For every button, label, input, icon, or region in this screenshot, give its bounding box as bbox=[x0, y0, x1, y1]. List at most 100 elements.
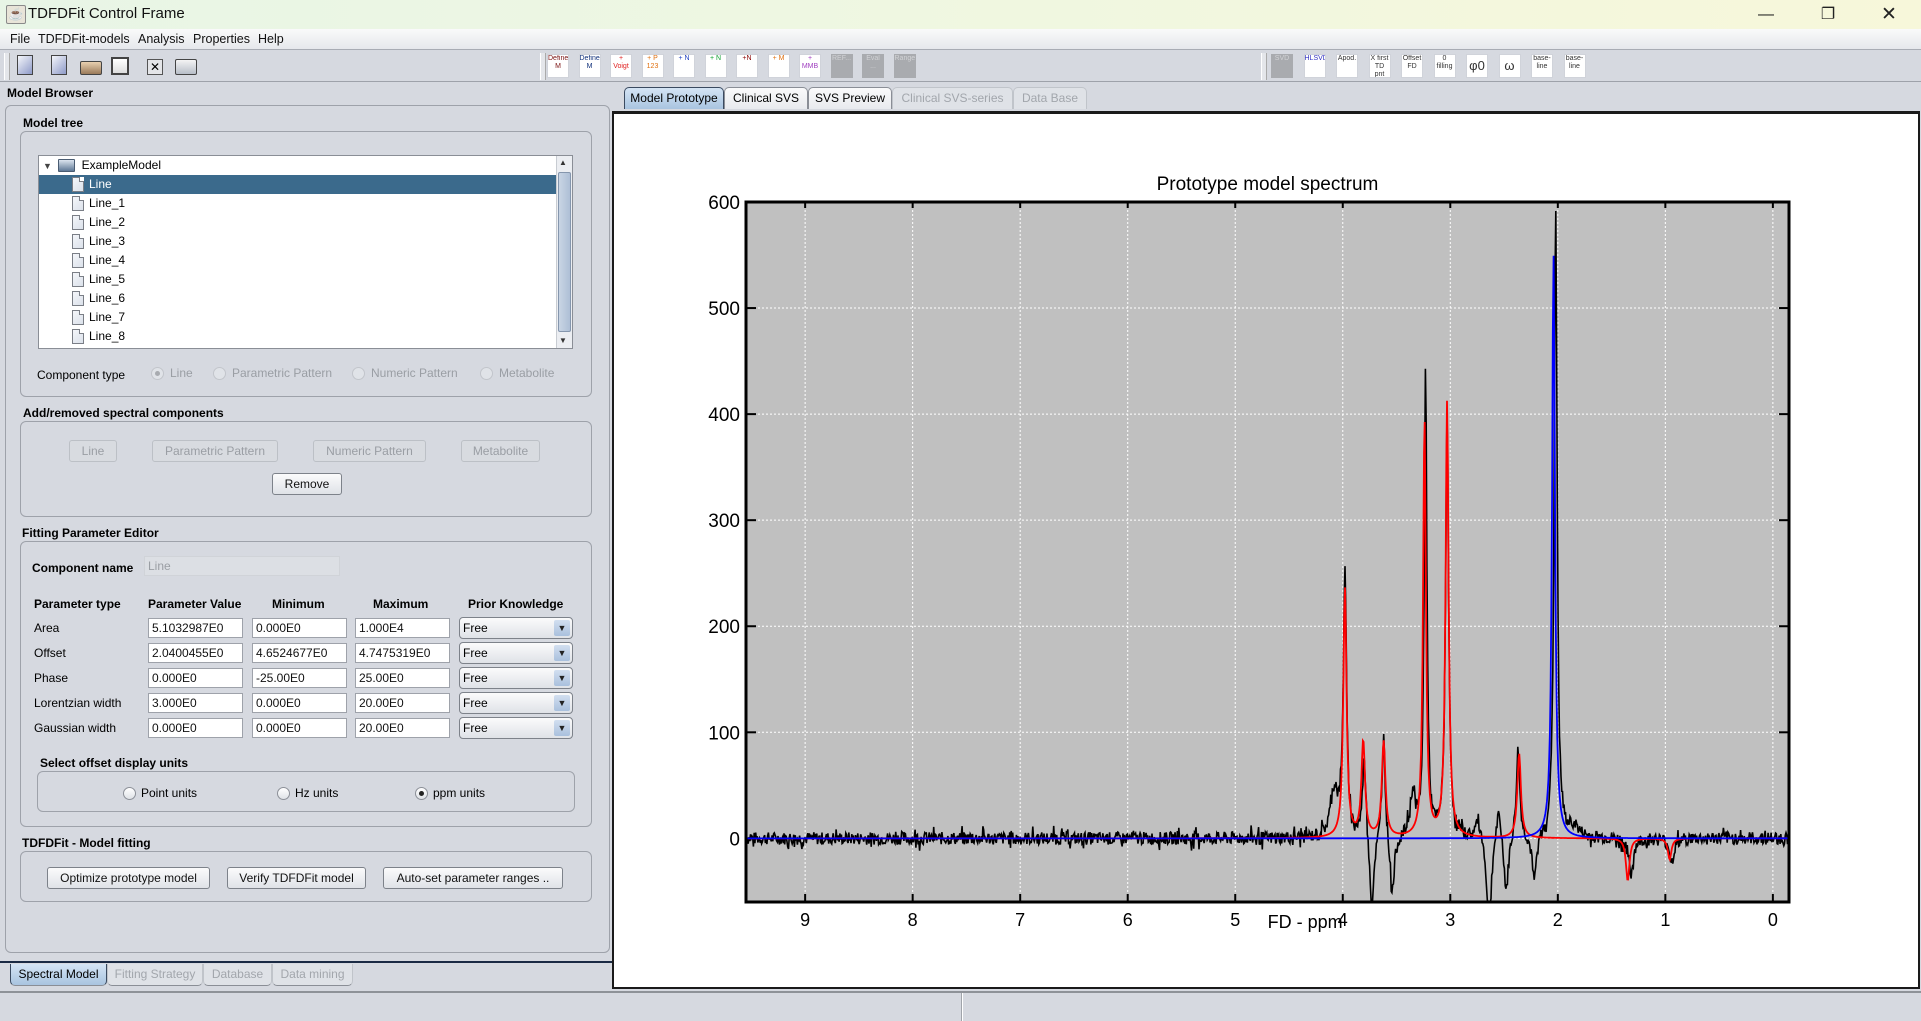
x-first-td-point-icon[interactable]: X first TD pnt bbox=[1368, 54, 1391, 78]
prior-knowledge-select[interactable]: Free ▼ bbox=[459, 617, 573, 639]
define-metabolite-icon[interactable]: Define M bbox=[547, 54, 569, 78]
right-tab[interactable]: Model Prototype bbox=[624, 87, 724, 109]
param-max-field[interactable]: 1.000E4 bbox=[355, 618, 450, 638]
close-button[interactable]: ✕ bbox=[1866, 0, 1912, 29]
dropdown-arrow-icon[interactable]: ▼ bbox=[554, 695, 570, 711]
right-tab[interactable]: SVS Preview bbox=[808, 87, 892, 109]
menu-file[interactable]: File bbox=[10, 32, 30, 46]
model-tree[interactable]: ▼ ExampleModel Line Line_1 Line_2 Line_3 Lin… bbox=[38, 155, 573, 349]
print-icon[interactable] bbox=[175, 59, 197, 75]
right-tab[interactable]: Clinical SVS bbox=[724, 87, 808, 109]
tree-item[interactable]: Line_8 bbox=[39, 327, 557, 346]
spectrum-chart[interactable]: Prototype model spectrum9 8 7 6 5 4 3 2 1 0010020… bbox=[614, 114, 1918, 987]
tree-item[interactable]: Line bbox=[39, 175, 557, 194]
baseline-alt-icon[interactable]: base-line bbox=[1563, 54, 1586, 78]
toolbar-grip[interactable] bbox=[540, 53, 546, 80]
param-value-field[interactable]: 5.1032987E0 bbox=[148, 618, 243, 638]
tree-root[interactable]: ▼ ExampleModel bbox=[43, 156, 161, 175]
add-line-button[interactable]: Line bbox=[69, 440, 117, 462]
offset-unit-option[interactable]: Point units bbox=[123, 786, 197, 801]
add-numeric-green-icon[interactable]: + N bbox=[704, 54, 727, 78]
add-voigt-icon[interactable]: + Voigt bbox=[610, 54, 632, 78]
toolbar-grip[interactable] bbox=[4, 53, 10, 80]
scroll-up-icon[interactable]: ▲ bbox=[559, 158, 567, 167]
component-type-option[interactable]: Parametric Pattern bbox=[213, 366, 332, 381]
tree-item[interactable]: Line_7 bbox=[39, 308, 557, 327]
tree-item[interactable]: Line_1 bbox=[39, 194, 557, 213]
menu-analysis[interactable]: Analysis bbox=[138, 32, 185, 46]
evaluate-icon[interactable]: Eval ... bbox=[862, 54, 884, 78]
radio-icon[interactable] bbox=[277, 787, 290, 801]
component-type-option[interactable]: Metabolite bbox=[480, 366, 554, 381]
reference-icon[interactable]: REF... bbox=[830, 54, 853, 78]
range-icon[interactable]: Range bbox=[893, 54, 916, 78]
bottom-tab[interactable]: Data mining bbox=[272, 964, 353, 986]
save-disk-icon[interactable] bbox=[111, 57, 129, 75]
param-value-field[interactable]: 3.000E0 bbox=[148, 693, 243, 713]
open-folder-icon[interactable] bbox=[80, 61, 102, 75]
menu-tdfdfit-models[interactable]: TDFDFit-models bbox=[38, 32, 130, 46]
bottom-tab[interactable]: Database bbox=[203, 964, 272, 986]
add-metabolite-button[interactable]: Metabolite bbox=[461, 440, 540, 462]
remove-button[interactable]: Remove bbox=[272, 473, 342, 495]
verify-tdfdfit-model-button[interactable]: Verify TDFDFit model bbox=[227, 867, 366, 889]
component-type-option[interactable]: Line bbox=[151, 366, 193, 381]
radio-icon[interactable] bbox=[352, 367, 365, 381]
param-value-field[interactable]: 2.0400455E0 bbox=[148, 643, 243, 663]
component-name-field[interactable]: Line bbox=[144, 556, 340, 576]
new-document-icon[interactable] bbox=[17, 55, 33, 75]
param-max-field[interactable]: 20.00E0 bbox=[355, 718, 450, 738]
param-min-field[interactable]: 4.6524677E0 bbox=[252, 643, 347, 663]
offset-fd-icon[interactable]: Offset FD bbox=[1401, 54, 1423, 78]
dropdown-arrow-icon[interactable]: ▼ bbox=[554, 620, 570, 636]
tree-item[interactable]: Line_6 bbox=[39, 289, 557, 308]
right-tab[interactable]: Clinical SVS-series bbox=[892, 87, 1013, 109]
add-numeric-pattern-button[interactable]: Numeric Pattern bbox=[313, 440, 426, 462]
tree-item[interactable]: Line_3 bbox=[39, 232, 557, 251]
radio-icon[interactable] bbox=[415, 787, 428, 801]
add-mmb-icon[interactable]: + MMB bbox=[799, 54, 821, 78]
define-drop-icon[interactable]: Define M bbox=[578, 54, 601, 78]
tree-item[interactable]: Line_5 bbox=[39, 270, 557, 289]
zero-filling-icon[interactable]: 0 filling bbox=[1433, 54, 1456, 78]
toolbar-grip[interactable] bbox=[1261, 53, 1267, 80]
menu-help[interactable]: Help bbox=[258, 32, 284, 46]
minimize-button[interactable]: — bbox=[1743, 0, 1789, 29]
right-tab[interactable]: Data Base bbox=[1013, 87, 1087, 109]
hlsvd-icon[interactable]: HLSVD bbox=[1303, 54, 1326, 78]
radio-icon[interactable] bbox=[480, 367, 493, 381]
param-min-field[interactable]: 0.000E0 bbox=[252, 718, 347, 738]
restore-button[interactable]: ❐ bbox=[1805, 0, 1851, 29]
dropdown-arrow-icon[interactable]: ▼ bbox=[554, 720, 570, 736]
auto-set-parameter-ranges-button[interactable]: Auto-set parameter ranges .. bbox=[383, 867, 563, 889]
dropdown-arrow-icon[interactable]: ▼ bbox=[554, 670, 570, 686]
param-max-field[interactable]: 4.7475319E0 bbox=[355, 643, 450, 663]
prior-knowledge-select[interactable]: Free ▼ bbox=[459, 667, 573, 689]
bottom-tab[interactable]: Spectral Model bbox=[10, 964, 107, 986]
param-value-field[interactable]: 0.000E0 bbox=[148, 668, 243, 688]
offset-unit-option[interactable]: Hz units bbox=[277, 786, 338, 801]
add-numeric-red-icon[interactable]: +N bbox=[736, 54, 758, 78]
offset-unit-option[interactable]: ppm units bbox=[415, 786, 485, 801]
param-min-field[interactable]: 0.000E0 bbox=[252, 693, 347, 713]
omega-icon[interactable]: ω bbox=[1498, 54, 1521, 78]
expand-triangle-icon[interactable]: ▼ bbox=[43, 161, 52, 171]
apodization-icon[interactable]: Apod. bbox=[1336, 54, 1358, 78]
radio-icon[interactable] bbox=[213, 367, 226, 381]
param-max-field[interactable]: 20.00E0 bbox=[355, 693, 450, 713]
optimize-prototype-model-button[interactable]: Optimize prototype model bbox=[47, 867, 210, 889]
add-metabolite-icon[interactable]: + M bbox=[767, 54, 790, 78]
add-numeric-blue-icon[interactable]: + N bbox=[673, 54, 695, 78]
prior-knowledge-select[interactable]: Free ▼ bbox=[459, 692, 573, 714]
component-type-option[interactable]: Numeric Pattern bbox=[352, 366, 458, 381]
tree-item[interactable]: Line_4 bbox=[39, 251, 557, 270]
param-min-field[interactable]: -25.00E0 bbox=[252, 668, 347, 688]
tree-item[interactable]: Line_2 bbox=[39, 213, 557, 232]
new-spectrum-document-icon[interactable] bbox=[51, 55, 67, 75]
bottom-tab[interactable]: Fitting Strategy bbox=[107, 964, 203, 986]
dropdown-arrow-icon[interactable]: ▼ bbox=[554, 645, 570, 661]
add-parametric-pattern-button[interactable]: Parametric Pattern bbox=[152, 440, 278, 462]
radio-icon[interactable] bbox=[151, 367, 164, 381]
radio-icon[interactable] bbox=[123, 787, 136, 801]
menu-properties[interactable]: Properties bbox=[193, 32, 250, 46]
